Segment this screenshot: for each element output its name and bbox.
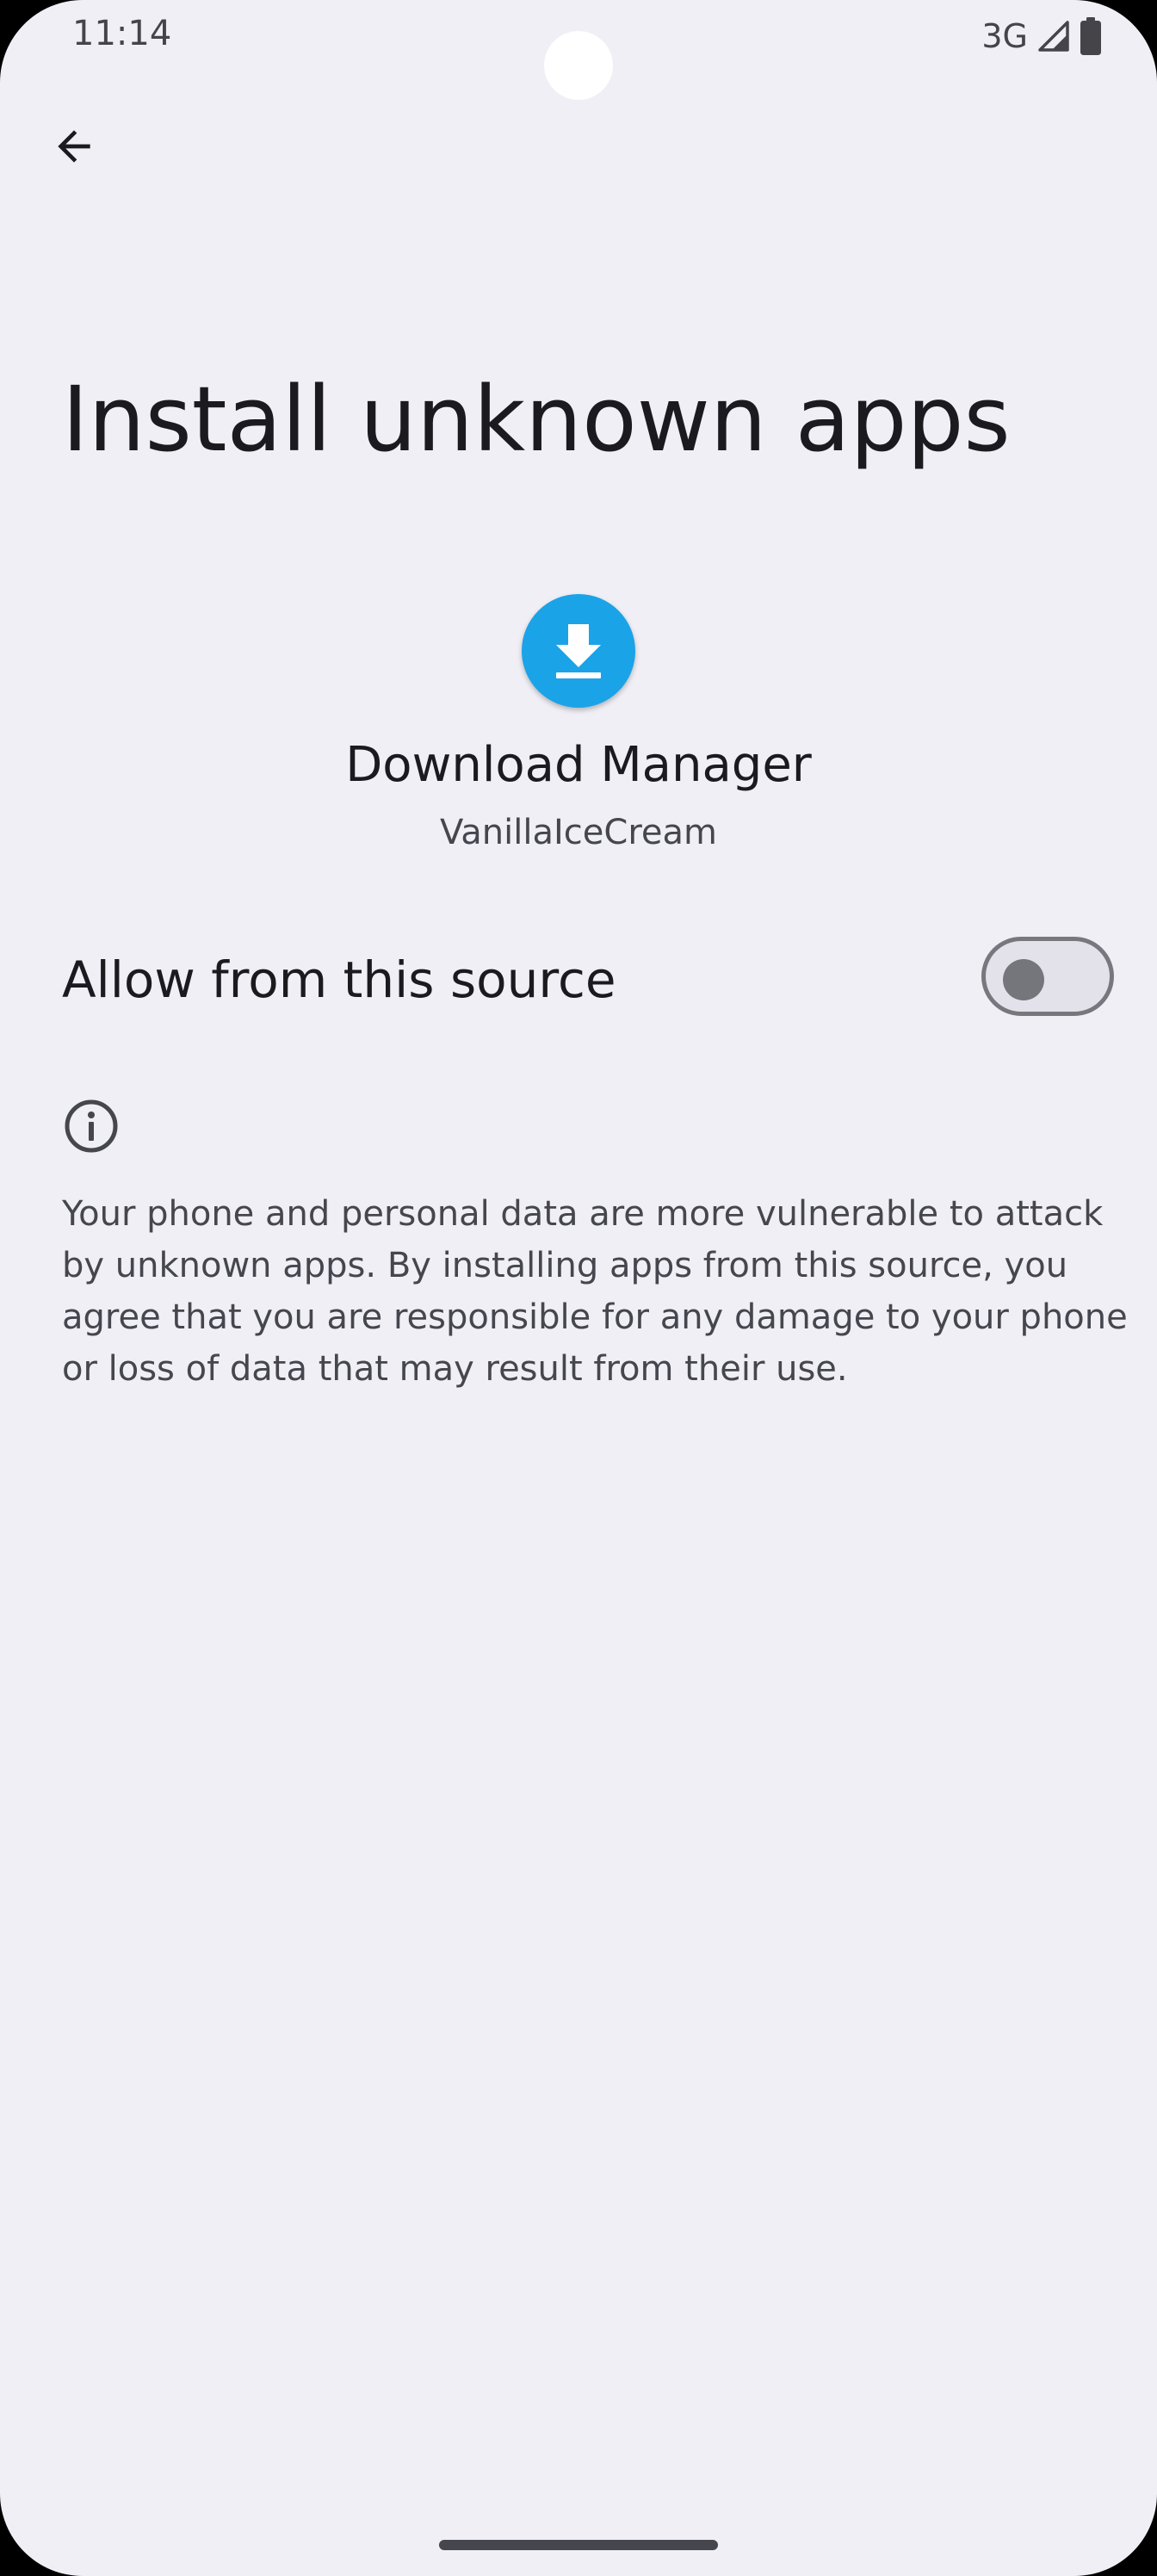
allow-from-source-label: Allow from this source [62, 951, 616, 1009]
settings-screen: 11:14 3G Install unknown apps Download M… [0, 0, 1157, 2576]
download-icon [556, 624, 601, 678]
battery-icon [1080, 17, 1101, 55]
info-icon [65, 1099, 118, 1153]
allow-from-source-setting[interactable]: Allow from this source [0, 913, 1157, 1040]
arrow-back-icon [58, 130, 90, 163]
status-time: 11:14 [72, 14, 172, 53]
network-type-label: 3G [981, 17, 1028, 55]
home-indicator[interactable] [439, 2540, 718, 2550]
toggle-thumb [1003, 959, 1044, 1000]
security-warning-text: Your phone and personal data are more vu… [62, 1194, 1128, 1389]
status-bar: 11:14 3G [0, 0, 1157, 100]
page-title: Install unknown apps [62, 367, 1011, 472]
app-version: VanillaIceCream [440, 813, 717, 852]
app-name: Download Manager [345, 737, 812, 793]
status-icons: 3G [981, 15, 1102, 57]
allow-from-source-toggle[interactable] [981, 937, 1114, 1016]
camera-cutout [544, 31, 613, 100]
app-icon [522, 594, 635, 708]
signal-icon [1038, 21, 1069, 52]
back-button[interactable] [38, 110, 110, 183]
